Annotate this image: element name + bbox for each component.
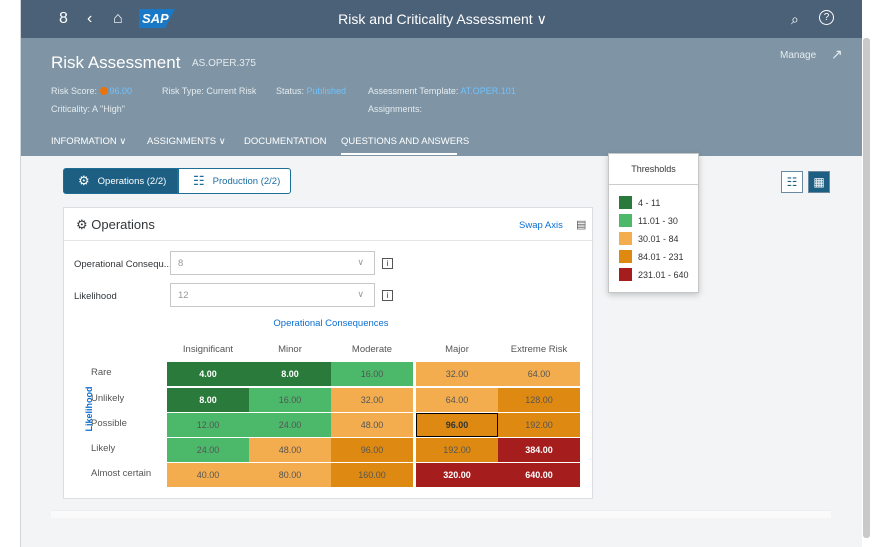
operational-consequence-select[interactable]: 8 ∨: [170, 251, 375, 275]
app-frame: 8 ‹ ⌂ SAP Risk and Criticality Assessmen…: [20, 0, 864, 547]
column-header: Moderate: [351, 344, 393, 355]
template-link[interactable]: AT.OPER.101: [460, 86, 515, 96]
thresholds-divider: [609, 184, 698, 185]
matrix-cell[interactable]: 32.00: [416, 362, 498, 386]
grid-view-button[interactable]: ▦: [808, 171, 830, 193]
risk-score-dot-icon: [99, 87, 108, 95]
matrix-cell[interactable]: 96.00: [331, 438, 413, 462]
status: Status: Published: [276, 86, 347, 96]
info-icon[interactable]: i: [382, 290, 393, 301]
row-header: Unlikely: [91, 393, 125, 404]
chevron-down-icon: ∨: [357, 289, 364, 299]
footer-bar: [51, 510, 831, 518]
matrix-cell[interactable]: 320.00: [416, 463, 498, 487]
row-header: Almost certain: [91, 468, 152, 479]
matrix-cell[interactable]: 24.00: [249, 413, 331, 437]
matrix-cell[interactable]: 96.00: [416, 413, 498, 437]
column-header: Major: [445, 344, 469, 355]
swap-axis-link[interactable]: Swap Axis: [519, 220, 563, 231]
threshold-swatch: [619, 232, 632, 245]
table-view-button[interactable]: ☷: [781, 171, 803, 193]
risk-type: Risk Type: Current Risk: [162, 86, 257, 96]
threshold-swatch: [619, 268, 632, 281]
thresholds-popover: Thresholds 4 - 11 11.01 - 30 30.01 - 84 84.…: [608, 153, 699, 293]
threshold-label: 4 - 11: [638, 197, 661, 208]
matrix-cell[interactable]: 48.00: [249, 438, 331, 462]
column-header: Minor: [278, 344, 302, 355]
threshold-label: 11.01 - 30: [638, 215, 678, 226]
tab-information[interactable]: INFORMATION ∨: [51, 136, 126, 147]
row-header: Possible: [91, 418, 127, 429]
column-header: Extreme Risk: [510, 344, 568, 355]
matrix-cell[interactable]: 80.00: [249, 463, 331, 487]
card-divider: [64, 240, 594, 241]
threshold-swatch: [619, 250, 632, 263]
matrix-cell[interactable]: 12.00: [167, 413, 249, 437]
matrix-cell[interactable]: 24.00: [167, 438, 249, 462]
page-title: Risk Assessment: [51, 53, 181, 72]
threshold-label: 84.01 - 231: [638, 251, 684, 262]
matrix-cell[interactable]: 640.00: [498, 463, 580, 487]
matrix-cell[interactable]: 16.00: [331, 362, 413, 386]
thresholds-title: Thresholds: [631, 164, 676, 174]
likelihood-label: Likelihood: [74, 291, 117, 302]
shell-bar: 8 ‹ ⌂ SAP Risk and Criticality Assessmen…: [21, 0, 864, 38]
swap-axis-icon[interactable]: ▤: [576, 218, 586, 231]
threshold-item: 4 - 11: [619, 196, 660, 209]
assessment-template: Assessment Template: AT.OPER.101: [368, 86, 516, 96]
likelihood-select[interactable]: 12 ∨: [170, 283, 375, 307]
operational-consequence-label: Operational Consequ...: [74, 259, 172, 270]
scrollbar-thumb[interactable]: [863, 38, 870, 538]
matrix-cell[interactable]: 32.00: [331, 388, 413, 412]
segment-operations[interactable]: ⚙ Operations (2/2): [63, 168, 178, 194]
risk-score: Risk Score: 96.00: [51, 86, 133, 96]
matrix-cell[interactable]: 192.00: [498, 413, 580, 437]
tab-active-indicator: [341, 153, 457, 155]
tab-documentation[interactable]: DOCUMENTATION: [244, 136, 327, 147]
matrix-cell[interactable]: 64.00: [416, 388, 498, 412]
threshold-item: 84.01 - 231: [619, 250, 684, 263]
matrix-cell[interactable]: 128.00: [498, 388, 580, 412]
threshold-item: 231.01 - 640: [619, 268, 689, 281]
tab-questions-and-answers[interactable]: QUESTIONS AND ANSWERS: [341, 136, 469, 147]
matrix-cell[interactable]: 48.00: [331, 413, 413, 437]
column-header: Insignificant: [182, 344, 234, 355]
share-icon[interactable]: ↗: [831, 46, 843, 63]
x-axis-title: Operational Consequences: [273, 318, 389, 329]
tab-assignments[interactable]: ASSIGNMENTS ∨: [147, 136, 226, 147]
assignments: Assignments:: [368, 104, 423, 114]
threshold-swatch: [619, 214, 632, 227]
matrix-cell[interactable]: 64.00: [498, 362, 580, 386]
info-icon[interactable]: i: [382, 258, 393, 269]
threshold-item: 11.01 - 30: [619, 214, 678, 227]
row-header: Rare: [91, 367, 112, 378]
app-title[interactable]: Risk and Criticality Assessment ∨: [21, 11, 864, 28]
production-icon: ☷: [193, 173, 205, 188]
segment-production[interactable]: ☷ Production (2/2): [178, 168, 291, 194]
search-icon[interactable]: ⌕: [791, 10, 799, 28]
threshold-swatch: [619, 196, 632, 209]
card-title: ⚙ Operations: [76, 217, 155, 232]
matrix-cell[interactable]: 40.00: [167, 463, 249, 487]
threshold-item: 30.01 - 84: [619, 232, 679, 245]
matrix-cell[interactable]: 160.00: [331, 463, 413, 487]
matrix-cell[interactable]: 4.00: [167, 362, 249, 386]
matrix-cell[interactable]: 192.00: [416, 438, 498, 462]
y-axis-title: Likelihood: [84, 386, 94, 432]
manage-button[interactable]: Manage: [780, 50, 816, 61]
matrix-cell[interactable]: 384.00: [498, 438, 580, 462]
row-header: Likely: [91, 443, 116, 454]
status-link[interactable]: Published: [307, 86, 347, 96]
matrix-cell[interactable]: 8.00: [249, 362, 331, 386]
criticality: Criticality: A "High": [51, 104, 125, 114]
object-id: AS.OPER.375: [192, 58, 256, 69]
matrix-cell[interactable]: 8.00: [167, 388, 249, 412]
threshold-label: 30.01 - 84: [638, 233, 679, 244]
threshold-label: 231.01 - 640: [638, 269, 689, 280]
operations-icon: ⚙: [78, 173, 90, 188]
chevron-down-icon: ∨: [357, 257, 364, 267]
help-icon[interactable]: ?: [819, 10, 834, 25]
matrix-cell[interactable]: 16.00: [249, 388, 331, 412]
